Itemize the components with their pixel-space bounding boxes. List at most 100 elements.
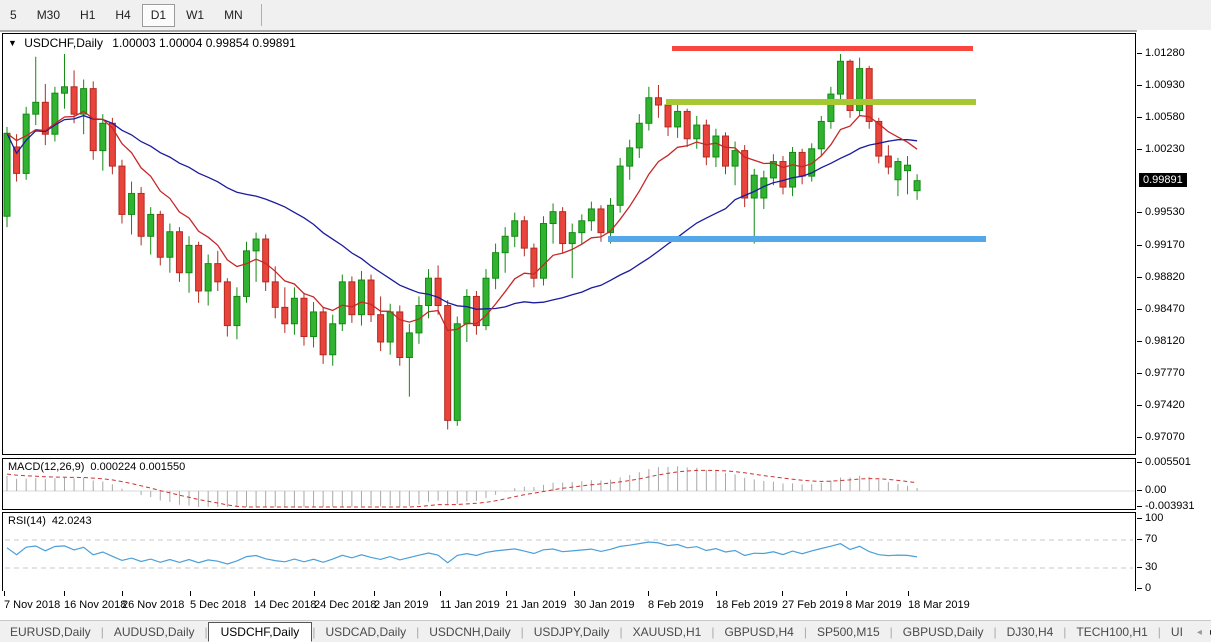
tab-scroll-right-icon[interactable]: ▸ xyxy=(1206,627,1211,638)
date-tick xyxy=(254,591,255,596)
tab-gbpusd-h4[interactable]: GBPUSD,H4 xyxy=(714,623,803,641)
timeframe-button-h1[interactable]: H1 xyxy=(71,4,104,27)
current-price-box: 0.99891 xyxy=(1139,173,1187,187)
price-tick-label: 1.00230 xyxy=(1145,143,1185,155)
rsi-chart[interactable] xyxy=(3,513,1135,591)
chart-title: ▼ USDCHF,Daily 1.00003 1.00004 0.99854 0… xyxy=(8,36,296,50)
tab-usdjpy-daily[interactable]: USDJPY,Daily xyxy=(524,623,620,641)
rsi-tick-label: 100 xyxy=(1145,512,1163,524)
rsi-tick-label: 0 xyxy=(1145,582,1151,594)
price-tick-label-tick xyxy=(1137,341,1142,342)
date-label: 24 Dec 2018 xyxy=(314,599,376,611)
date-tick xyxy=(122,591,123,596)
macd-tick-label-tick xyxy=(1137,506,1142,507)
timeframe-button-mn[interactable]: MN xyxy=(215,4,252,27)
price-tick-label-tick xyxy=(1137,212,1142,213)
tab-dj30-h4[interactable]: DJ30,H4 xyxy=(997,623,1064,641)
price-tick-label: 0.99170 xyxy=(1145,239,1185,251)
date-tick xyxy=(190,591,191,596)
tab-xauusd-h1[interactable]: XAUUSD,H1 xyxy=(623,623,712,641)
tab-scroll-left-icon[interactable]: ◂ xyxy=(1193,627,1206,638)
date-tick xyxy=(908,591,909,596)
price-tick-label: 0.97070 xyxy=(1145,431,1185,443)
toolbar-separator xyxy=(261,4,262,26)
rsi-tick-label: 30 xyxy=(1145,561,1157,573)
date-label: 8 Feb 2019 xyxy=(648,599,704,611)
date-tick xyxy=(374,591,375,596)
tab-audusd-daily[interactable]: AUDUSD,Daily xyxy=(104,623,205,641)
date-label: 27 Feb 2019 xyxy=(782,599,844,611)
price-chart-panel[interactable]: ▼ USDCHF,Daily 1.00003 1.00004 0.99854 0… xyxy=(2,33,1136,455)
macd-tick-label-tick xyxy=(1137,462,1142,463)
macd-panel[interactable]: MACD(12,26,9)0.000224 0.001550 xyxy=(2,458,1136,510)
price-tick-label-tick xyxy=(1137,437,1142,438)
date-tick xyxy=(314,591,315,596)
date-label: 21 Jan 2019 xyxy=(506,599,567,611)
macd-values: 0.000224 0.001550 xyxy=(90,461,185,473)
timeframe-button-5[interactable]: 5 xyxy=(1,4,26,27)
trading-terminal: 5M30H1H4D1W1MN ▼ USDCHF,Daily 1.00003 1.… xyxy=(0,0,1211,642)
price-tick-label: 0.98470 xyxy=(1145,303,1185,315)
rsi-value: 42.0243 xyxy=(52,515,92,527)
timeframe-toolbar: 5M30H1H4D1W1MN xyxy=(0,0,1211,32)
price-tick-label-tick xyxy=(1137,405,1142,406)
rsi-tick-label-tick xyxy=(1137,588,1142,589)
tab-tech100-h1[interactable]: TECH100,H1 xyxy=(1066,623,1157,641)
date-tick xyxy=(64,591,65,596)
date-tick xyxy=(506,591,507,596)
date-label: 2 Jan 2019 xyxy=(374,599,428,611)
rsi-panel[interactable]: RSI(14)42.0243 xyxy=(2,512,1136,592)
date-label: 8 Mar 2019 xyxy=(846,599,902,611)
price-tick-label: 1.01280 xyxy=(1145,47,1185,59)
date-tick xyxy=(648,591,649,596)
timeframe-button-h4[interactable]: H4 xyxy=(106,4,139,27)
macd-label: MACD(12,26,9)0.000224 0.001550 xyxy=(8,461,185,473)
price-tick-label: 0.97420 xyxy=(1145,399,1185,411)
tab-gbpusd-daily[interactable]: GBPUSD,Daily xyxy=(893,623,994,641)
tab-usdchf-daily[interactable]: USDCHF,Daily xyxy=(208,622,313,642)
date-label: 5 Dec 2018 xyxy=(190,599,246,611)
rsi-tick-label-tick xyxy=(1137,539,1142,540)
tab-ui[interactable]: UI xyxy=(1161,623,1193,641)
price-axis[interactable]: 1.012801.009301.005801.002300.995300.991… xyxy=(1137,30,1211,622)
price-tick-label-tick xyxy=(1137,309,1142,310)
price-tick-label: 1.00580 xyxy=(1145,111,1185,123)
date-label: 18 Feb 2019 xyxy=(716,599,778,611)
date-label: 26 Nov 2018 xyxy=(122,599,184,611)
price-tick-label: 0.98820 xyxy=(1145,271,1185,283)
timeframe-button-d1[interactable]: D1 xyxy=(142,4,175,27)
date-axis[interactable]: 7 Nov 201816 Nov 201826 Nov 20185 Dec 20… xyxy=(0,591,1137,620)
price-tick-label-tick xyxy=(1137,53,1142,54)
price-tick-label-tick xyxy=(1137,373,1142,374)
price-tick-label: 0.98120 xyxy=(1145,335,1185,347)
tab-usdcnh-daily[interactable]: USDCNH,Daily xyxy=(419,623,520,641)
date-label: 16 Nov 2018 xyxy=(64,599,126,611)
date-label: 18 Mar 2019 xyxy=(908,599,970,611)
date-tick xyxy=(716,591,717,596)
symbol-dropdown-icon[interactable]: ▼ xyxy=(8,38,17,48)
price-tick-label-tick xyxy=(1137,117,1142,118)
chart-tab-bar: EURUSD,Daily|AUDUSD,Daily|USDCHF,Daily|U… xyxy=(0,620,1211,642)
candlestick-chart[interactable] xyxy=(3,34,1135,454)
date-tick xyxy=(782,591,783,596)
timeframe-button-w1[interactable]: W1 xyxy=(177,4,213,27)
date-tick xyxy=(440,591,441,596)
date-label: 30 Jan 2019 xyxy=(574,599,635,611)
date-label: 11 Jan 2019 xyxy=(440,599,500,611)
price-tick-label: 0.99530 xyxy=(1145,206,1185,218)
macd-tick-label: 0.005501 xyxy=(1145,456,1191,468)
timeframe-button-m30[interactable]: M30 xyxy=(28,4,69,27)
rsi-tick-label-tick xyxy=(1137,567,1142,568)
tab-sp500-m15[interactable]: SP500,M15 xyxy=(807,623,890,641)
rsi-tick-label-tick xyxy=(1137,518,1142,519)
price-tick-label-tick xyxy=(1137,149,1142,150)
price-tick-label: 0.97770 xyxy=(1145,367,1185,379)
date-label: 14 Dec 2018 xyxy=(254,599,316,611)
tab-eurusd-daily[interactable]: EURUSD,Daily xyxy=(0,623,101,641)
chart-ohlc-values: 1.00003 1.00004 0.99854 0.99891 xyxy=(112,36,296,50)
date-tick xyxy=(574,591,575,596)
price-tick-label-tick xyxy=(1137,277,1142,278)
tab-usdcad-daily[interactable]: USDCAD,Daily xyxy=(315,623,416,641)
date-tick xyxy=(846,591,847,596)
chart-symbol-label: USDCHF,Daily xyxy=(24,36,103,50)
